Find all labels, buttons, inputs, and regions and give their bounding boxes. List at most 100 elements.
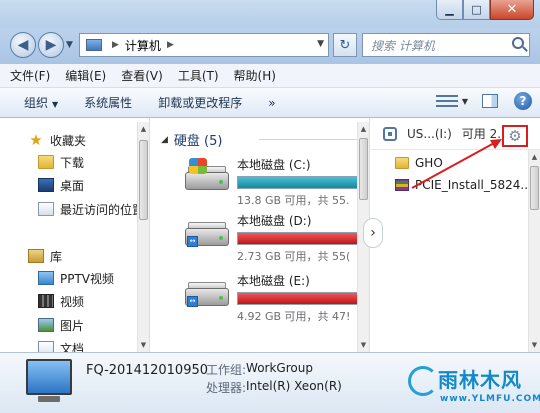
scroll-up-icon[interactable]: ▲ xyxy=(358,122,369,136)
search-input[interactable]: 搜索 计算机 xyxy=(371,37,435,54)
breadcrumb-separator[interactable]: ▶ xyxy=(112,40,119,50)
drive-name: 本地磁盘 (C:) xyxy=(237,158,311,172)
change-view-icon[interactable] xyxy=(435,93,458,109)
drive-free-space: 4.92 GB 可用，共 47! xyxy=(237,310,351,323)
nav-item-label: 桌面 xyxy=(60,178,85,193)
nav-libraries-label: 库 xyxy=(50,249,63,264)
watermark: 雨林木风 www.YLMFU.COM xyxy=(400,360,540,413)
help-icon[interactable]: ? xyxy=(514,92,532,110)
expand-pane-button[interactable]: › xyxy=(363,218,383,248)
preview-pane: US...(I:) 可用 2. ⚙ › GHO PCIE_Install_582… xyxy=(363,118,540,352)
drive-free-space: 2.73 GB 可用，共 55( xyxy=(237,250,351,263)
system-properties-button[interactable]: 系统属性 xyxy=(84,94,132,111)
menu-file[interactable]: 文件(F) xyxy=(10,67,50,84)
drive-usage-fill xyxy=(238,293,369,304)
back-button[interactable]: ◀ xyxy=(10,32,36,58)
navigation-bar: ◀ ▶ ▼ ▶ 计算机 ▶ ▼ ↻ 搜索 计算机 xyxy=(0,28,540,64)
monitor-icon xyxy=(26,359,72,395)
nav-pane-scrollbar[interactable]: ▲ ▼ xyxy=(137,122,149,352)
search-icon[interactable] xyxy=(512,37,524,49)
drive-d[interactable]: ↔ 本地磁盘 (D:) 2.73 GB 可用，共 55( xyxy=(181,210,369,266)
refresh-button[interactable]: ↻ xyxy=(333,33,357,57)
watermark-url: www.YLMFU.COM xyxy=(440,394,540,404)
menu-help[interactable]: 帮助(H) xyxy=(234,67,276,84)
file-item-pcie-install[interactable]: PCIE_Install_5824... xyxy=(395,176,532,194)
drive-c[interactable]: 本地磁盘 (C:) 13.8 GB 可用，共 55. xyxy=(181,154,369,210)
processor-label: 处理器: xyxy=(206,381,247,395)
nav-favorites[interactable]: ★ 收藏夹 xyxy=(28,130,86,150)
rar-archive-icon xyxy=(395,179,409,191)
nav-item-label: 视频 xyxy=(60,294,85,309)
watermark-text: 雨林木风 xyxy=(438,368,522,392)
scroll-up-icon[interactable]: ▲ xyxy=(529,150,540,164)
window-controls: ▁ □ ✕ xyxy=(436,0,534,20)
picture-icon xyxy=(38,318,54,332)
menu-bar: 文件(F) 编辑(E) 查看(V) 工具(T) 帮助(H) xyxy=(0,64,540,88)
file-name: PCIE_Install_5824... xyxy=(415,178,532,192)
arrow-left-icon: ◀ xyxy=(17,37,29,53)
forward-button[interactable]: ▶ xyxy=(38,32,64,58)
nav-item-downloads[interactable]: 下载 xyxy=(38,152,84,172)
menu-edit[interactable]: 编辑(E) xyxy=(65,67,106,84)
preview-pane-icon[interactable] xyxy=(482,94,498,108)
address-bar[interactable]: ▶ 计算机 ▶ ▼ xyxy=(79,33,329,57)
hard-disk-icon: ↔ xyxy=(185,282,229,308)
recent-pages-dropdown[interactable]: ▼ xyxy=(66,40,73,50)
drive-usage-bar xyxy=(237,176,369,189)
file-item-gho[interactable]: GHO xyxy=(395,154,443,172)
nav-item-desktop[interactable]: 桌面 xyxy=(38,175,84,195)
scroll-down-icon[interactable]: ▼ xyxy=(529,338,540,352)
nav-libraries[interactable]: 库 xyxy=(28,246,62,266)
command-bar: 组织 ▼ 系统属性 卸载或更改程序 » ▼ ? xyxy=(0,88,540,118)
drive-name: 本地磁盘 (D:) xyxy=(237,214,312,228)
usb-drive-name[interactable]: US...(I:) xyxy=(407,127,452,141)
nav-item-recent[interactable]: 最近访问的位置 xyxy=(38,199,144,219)
windows-logo-icon xyxy=(189,158,207,174)
search-box[interactable]: 搜索 计算机 xyxy=(362,33,530,57)
scrollbar-thumb[interactable] xyxy=(359,138,368,200)
scroll-down-icon[interactable]: ▼ xyxy=(138,338,149,352)
uninstall-program-button[interactable]: 卸载或更改程序 xyxy=(158,94,242,111)
address-dropdown[interactable]: ▼ xyxy=(317,39,324,49)
maximize-button[interactable]: □ xyxy=(463,0,490,20)
chevron-down-icon: ▼ xyxy=(52,100,59,109)
drive-usage-fill xyxy=(238,177,357,188)
computer-icon xyxy=(86,39,102,51)
scrollbar-thumb[interactable] xyxy=(530,166,539,210)
nav-item-pictures[interactable]: 图片 xyxy=(38,315,84,335)
breadcrumb-separator[interactable]: ▶ xyxy=(167,40,174,50)
gear-icon[interactable]: ⚙ xyxy=(502,125,528,147)
minimize-button[interactable]: ▁ xyxy=(436,0,463,20)
workgroup-label: 工作组: xyxy=(206,363,247,377)
workgroup-value: WorkGroup xyxy=(246,361,313,375)
nav-item-pptv[interactable]: PPTV视频 xyxy=(38,268,114,288)
drive-usage-bar xyxy=(237,232,369,245)
scroll-up-icon[interactable]: ▲ xyxy=(138,122,149,136)
drive-e[interactable]: ↔ 本地磁盘 (E:) 4.92 GB 可用，共 47! xyxy=(181,270,369,326)
nav-item-label: 下载 xyxy=(60,155,85,170)
close-button[interactable]: ✕ xyxy=(490,0,534,20)
scroll-down-icon[interactable]: ▼ xyxy=(358,338,369,352)
collapse-triangle-icon[interactable]: ◢ xyxy=(161,135,168,145)
desktop-icon xyxy=(38,178,54,192)
navigation-pane: ★ 收藏夹 下载 桌面 最近访问的位置 库 PPTV视频 视频 图片 文档 ▲ … xyxy=(0,118,150,356)
overflow-button[interactable]: » xyxy=(268,96,275,110)
view-controls: ▼ ? xyxy=(435,92,532,110)
preview-scrollbar[interactable]: ▲ ▼ xyxy=(528,150,540,352)
group-header-hard-disks[interactable]: ◢ 硬盘 (5) xyxy=(161,130,222,149)
view-options-dropdown[interactable]: ▼ xyxy=(462,97,468,106)
menu-view[interactable]: 查看(V) xyxy=(121,67,163,84)
folder-icon xyxy=(395,157,409,169)
processor-info: 处理器: Intel(R) Xeon(R) xyxy=(206,379,342,396)
scrollbar-thumb[interactable] xyxy=(139,140,148,220)
organize-button[interactable]: 组织 ▼ xyxy=(24,94,58,111)
nav-item-videos[interactable]: 视频 xyxy=(38,291,84,311)
group-divider xyxy=(259,139,369,140)
menu-tools[interactable]: 工具(T) xyxy=(178,67,219,84)
nav-item-label: 最近访问的位置 xyxy=(60,202,145,217)
arrow-right-icon: ▶ xyxy=(45,37,57,53)
drive-usage-fill xyxy=(238,233,369,244)
film-icon xyxy=(38,294,54,308)
breadcrumb-computer[interactable]: 计算机 xyxy=(125,37,161,54)
monitor-stand xyxy=(38,396,60,402)
